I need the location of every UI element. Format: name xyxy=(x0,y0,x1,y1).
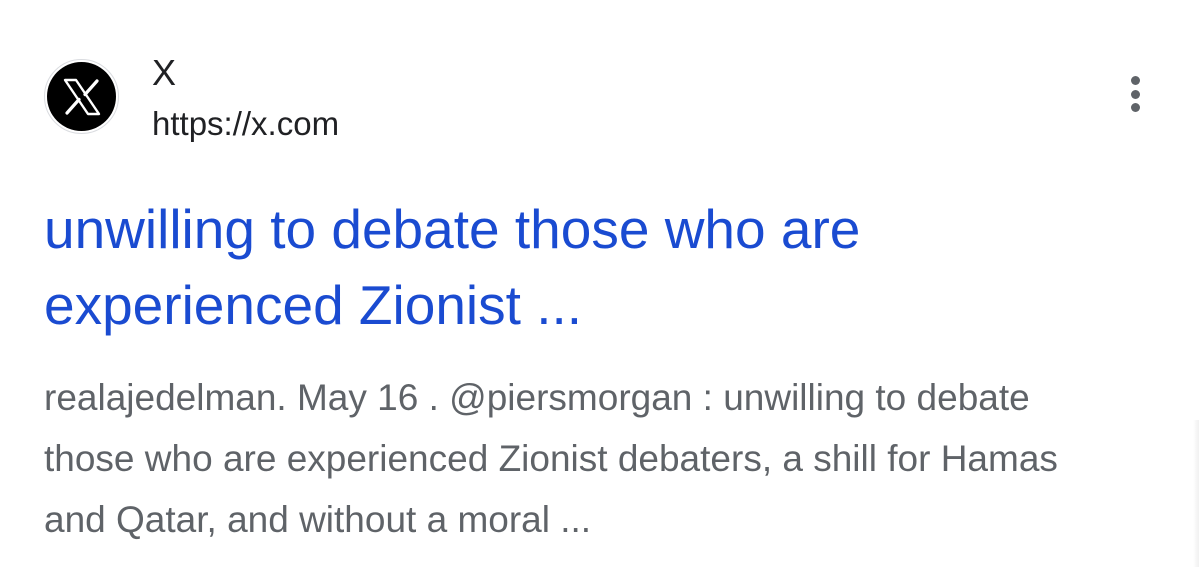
site-url[interactable]: https://x.com xyxy=(152,104,339,144)
site-name[interactable]: X xyxy=(152,52,176,94)
x-logo-icon xyxy=(47,62,116,131)
site-favicon[interactable] xyxy=(44,59,119,134)
result-snippet: realajedelman. May 16 . @piersmorgan : u… xyxy=(44,377,1058,540)
more-vert-icon xyxy=(1130,76,1140,85)
search-result: X https://x.com unwilling to debate thos… xyxy=(0,0,1199,567)
more-options-button[interactable] xyxy=(1118,72,1152,116)
scroll-edge xyxy=(1193,420,1199,567)
result-title-link[interactable]: unwilling to debate those who are experi… xyxy=(44,191,1104,343)
